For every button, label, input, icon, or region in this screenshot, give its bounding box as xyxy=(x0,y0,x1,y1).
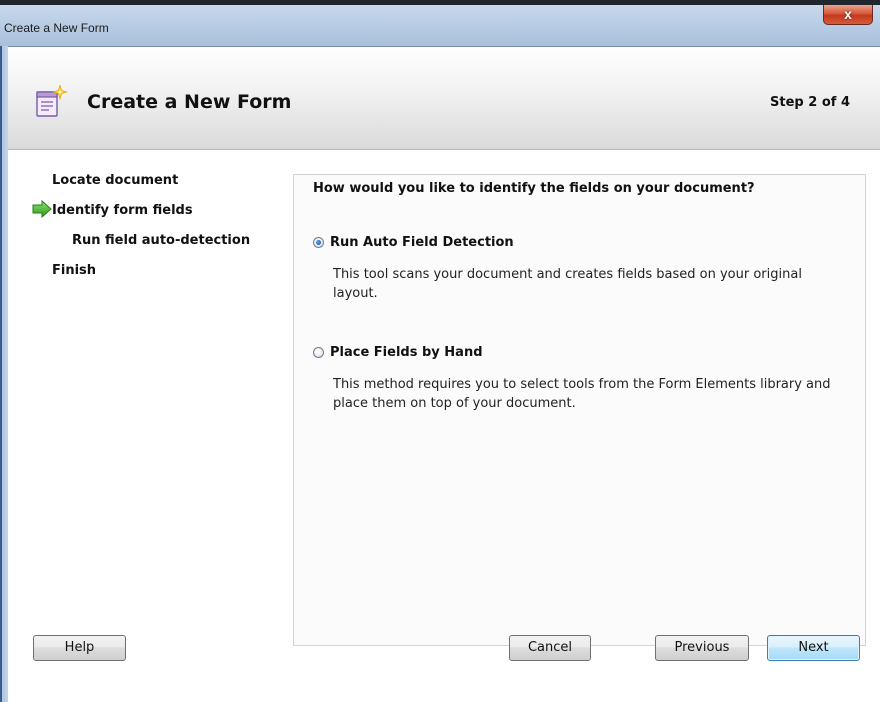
form-sparkle-icon xyxy=(36,85,68,117)
step-finish: Finish xyxy=(52,263,97,278)
place-by-hand-description: This method requires you to select tools… xyxy=(333,377,831,411)
page-title: Create a New Form xyxy=(87,91,292,113)
auto-detection-description: This tool scans your document and create… xyxy=(333,267,802,301)
previous-button[interactable]: Previous xyxy=(655,635,749,661)
place-by-hand-label[interactable]: Place Fields by Hand xyxy=(330,345,483,360)
window-left-edge xyxy=(0,46,2,702)
step-identify-form-fields: Identify form fields xyxy=(52,203,193,218)
close-button[interactable]: x xyxy=(823,5,873,25)
cancel-button[interactable]: Cancel xyxy=(509,635,591,661)
auto-detection-radio[interactable] xyxy=(313,237,324,248)
option-auto-detection[interactable]: Run Auto Field Detection xyxy=(313,235,514,250)
next-button[interactable]: Next xyxy=(767,635,860,661)
title-bar[interactable]: Create a New Form x xyxy=(0,5,880,46)
question-text: How would you like to identify the field… xyxy=(313,181,755,196)
auto-detection-label[interactable]: Run Auto Field Detection xyxy=(330,235,514,250)
green-arrow-icon xyxy=(32,200,52,218)
options-panel: How would you like to identify the field… xyxy=(293,174,866,646)
step-locate-document: Locate document xyxy=(52,173,179,188)
step-indicator: Step 2 of 4 xyxy=(770,95,850,110)
help-button[interactable]: Help xyxy=(33,635,126,661)
window-title: Create a New Form xyxy=(4,21,109,35)
create-form-dialog: Create a New Form x Create a New Form St… xyxy=(0,0,880,702)
wizard-header: Create a New Form Step 2 of 4 xyxy=(8,47,880,150)
dialog-content: Create a New Form Step 2 of 4 Locate doc… xyxy=(8,46,880,702)
step-run-field-auto-detection: Run field auto-detection xyxy=(72,233,251,248)
place-by-hand-radio[interactable] xyxy=(313,347,324,358)
option-place-by-hand[interactable]: Place Fields by Hand xyxy=(313,345,483,360)
